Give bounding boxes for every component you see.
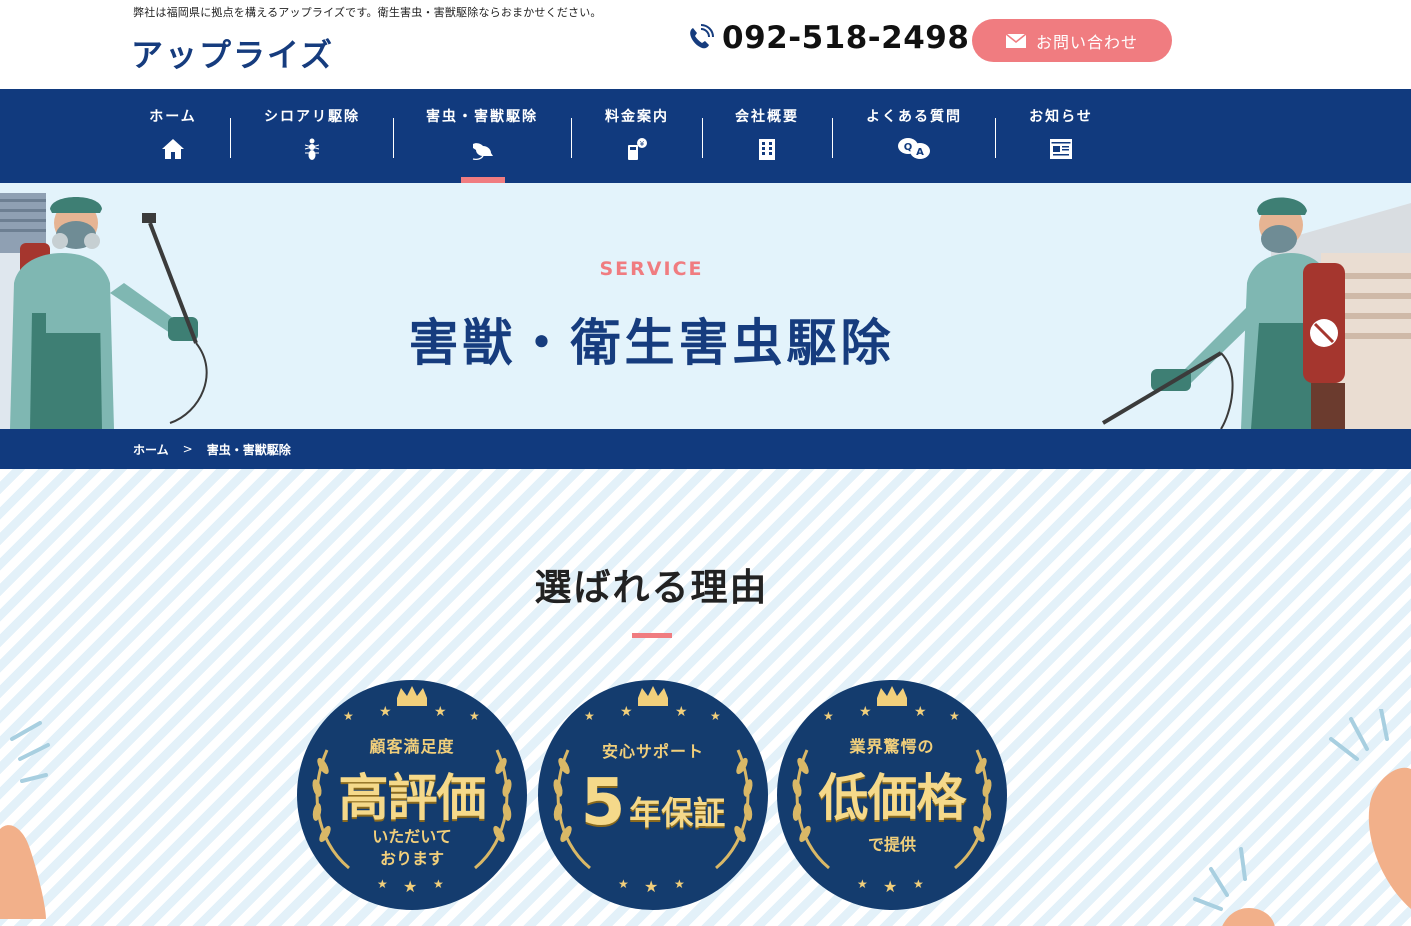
badge-main-text: 高評価	[338, 769, 487, 827]
badge-bottom-text: いただいて	[372, 827, 452, 846]
building-icon	[759, 139, 775, 160]
section-title-underline	[632, 633, 672, 638]
mail-icon	[1005, 33, 1026, 48]
svg-text:¥: ¥	[640, 140, 645, 148]
badge-main-group: 5 年保証	[538, 766, 768, 840]
svg-text:★: ★	[949, 709, 960, 723]
svg-text:★: ★	[675, 704, 688, 720]
svg-text:★: ★	[644, 877, 658, 896]
nav-label: シロアリ駆除	[264, 109, 360, 125]
nav-divider	[393, 118, 394, 158]
nav-item-price[interactable]: 料金案内 ¥	[600, 89, 674, 183]
contact-button-label: お問い合わせ	[1035, 32, 1138, 52]
svg-text:★: ★	[823, 709, 834, 723]
svg-text:Q: Q	[904, 142, 913, 153]
svg-text:★: ★	[620, 704, 633, 720]
qa-icon: Q A	[898, 138, 930, 159]
svg-text:★: ★	[674, 877, 685, 891]
svg-text:★: ★	[469, 709, 480, 723]
nav-label: 会社概要	[735, 109, 799, 125]
svg-text:★: ★	[857, 877, 868, 891]
nav-label: お知らせ	[1029, 109, 1093, 125]
news-icon	[1050, 139, 1072, 159]
svg-text:★: ★	[377, 877, 388, 891]
badge-5-year-warranty: ★ ★ ★ ★ ★ ★ ★ 安心サポート 5 年保証	[538, 680, 768, 910]
nav-label: 料金案内	[605, 109, 669, 125]
site-header: 弊社は福岡県に拠点を構えるアップライズです。衛生害虫・害獣駆除ならおまかせくださ…	[0, 0, 1411, 89]
breadcrumb-current: 害虫・害獣駆除	[206, 442, 291, 457]
badge-high-rating: ★ ★ ★ ★ ★ ★ ★ 顧客満足度 高評価 いただいて おります	[297, 680, 527, 910]
svg-text:★: ★	[913, 877, 924, 891]
termite-icon	[304, 138, 320, 160]
badge-top-text: 安心サポート	[601, 742, 704, 761]
nav-item-home[interactable]: ホーム	[142, 89, 204, 183]
nav-item-termite[interactable]: シロアリ駆除	[257, 89, 367, 183]
breadcrumb-separator: >	[182, 442, 193, 456]
nav-label: よくある質問	[866, 109, 962, 125]
nav-item-news[interactable]: お知らせ	[1024, 89, 1098, 183]
nav-divider	[702, 118, 703, 158]
nav-divider	[995, 118, 996, 158]
badge-main-number: 5	[580, 766, 626, 840]
header-tagline: 弊社は福岡県に拠点を構えるアップライズです。衛生害虫・害獣駆除ならおまかせくださ…	[133, 6, 602, 19]
home-icon	[162, 139, 184, 159]
nav-item-pest[interactable]: 害虫・害獣駆除	[420, 89, 544, 183]
clapping-hand-right-illustration	[1193, 709, 1411, 926]
badge-bottom-text: おります	[379, 849, 444, 868]
breadcrumb: ホーム > 害虫・害獣駆除	[0, 429, 1411, 469]
nav-label: ホーム	[149, 109, 197, 125]
main-nav: ホーム シロアリ駆除 害虫・害獣駆除 料金案内 ¥ 会社概要 よくある質問 Q …	[0, 89, 1411, 183]
phone-icon	[690, 24, 714, 49]
badge-low-price: ★ ★ ★ ★ ★ ★ ★ 業界驚愕の 低価格 で提供	[777, 680, 1007, 910]
badge-bottom-text: で提供	[867, 835, 916, 854]
badge-top-text: 顧客満足度	[369, 737, 455, 756]
nav-label: 害虫・害獣駆除	[426, 109, 538, 125]
price-icon: ¥	[628, 138, 647, 160]
svg-text:★: ★	[433, 877, 444, 891]
svg-text:A: A	[916, 147, 924, 158]
phone-number[interactable]: 092-518-2498	[722, 20, 969, 56]
site-logo[interactable]: アップライズ	[131, 30, 334, 76]
hero-eyebrow: SERVICE	[599, 258, 704, 280]
nav-divider	[230, 118, 231, 158]
badge-main-text: 年保証	[629, 794, 726, 832]
rat-icon	[472, 143, 493, 161]
badge-top-text: 業界驚愕の	[849, 737, 935, 756]
clapping-hand-left-illustration	[0, 721, 50, 919]
badge-main-text: 低価格	[818, 769, 967, 827]
svg-text:★: ★	[379, 704, 392, 720]
svg-text:★: ★	[343, 709, 354, 723]
page-hero: SERVICE 害獣・衛生害虫駆除	[0, 183, 1411, 429]
nav-divider	[832, 118, 833, 158]
svg-text:★: ★	[584, 709, 595, 723]
svg-text:★: ★	[618, 877, 629, 891]
svg-text:★: ★	[883, 877, 897, 896]
nav-item-faq[interactable]: よくある質問 Q A	[860, 89, 968, 183]
reasons-section: 選ばれる理由 ★ ★ ★ ★ ★ ★ ★ 顧客満足度 高評価 いただいて おりま…	[0, 469, 1411, 926]
phone-contact[interactable]: 092-518-2498	[686, 20, 969, 56]
page-title: 害獣・衛生害虫駆除	[408, 314, 895, 372]
breadcrumb-home-link[interactable]: ホーム	[133, 441, 169, 458]
svg-text:★: ★	[434, 704, 447, 720]
svg-text:★: ★	[710, 709, 721, 723]
section-title: 選ばれる理由	[534, 566, 769, 609]
nav-divider	[571, 118, 572, 158]
nav-item-company[interactable]: 会社概要	[730, 89, 804, 183]
contact-button[interactable]: お問い合わせ	[972, 19, 1172, 62]
svg-text:★: ★	[859, 704, 872, 720]
svg-text:★: ★	[403, 877, 417, 896]
svg-text:★: ★	[914, 704, 927, 720]
